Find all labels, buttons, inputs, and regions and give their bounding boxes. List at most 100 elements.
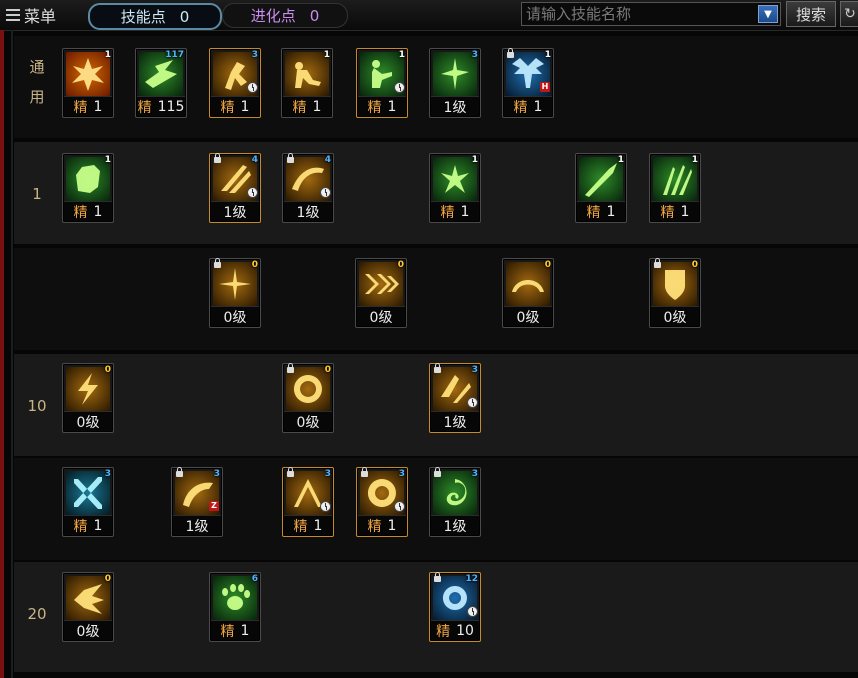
skill-level-value: 0级	[516, 309, 540, 326]
skill-search-input[interactable]	[526, 4, 754, 24]
skill-slot[interactable]: 6 精1	[209, 572, 261, 642]
skill-slot[interactable]: 1精1	[356, 48, 408, 118]
skill-slot[interactable]: 3 精1	[282, 467, 334, 537]
skill-slot[interactable]: 1精1	[649, 153, 701, 223]
skill-level-value: 1	[93, 98, 103, 115]
skill-max-level-tag: 0	[397, 260, 404, 270]
star-burst-icon	[213, 262, 257, 306]
skill-level-bar: 0级	[64, 620, 112, 640]
skill-slot[interactable]: 3 精1	[209, 48, 261, 118]
mastery-label: 精	[220, 99, 235, 116]
skill-points-label: 技能点	[120, 8, 166, 26]
skill-level-value: 0级	[76, 414, 100, 431]
clock-icon	[394, 501, 405, 512]
skill-max-level-tag: 1	[323, 50, 330, 60]
skill-max-level-tag: 4	[324, 155, 331, 165]
lightning-icon	[66, 367, 110, 411]
skill-slot[interactable]: 1 精1	[281, 48, 333, 118]
skill-level-bar: 精1	[651, 201, 699, 221]
skill-points-value: 0	[179, 7, 190, 26]
skill-max-level-tag: 0	[324, 365, 331, 375]
lock-icon	[214, 153, 221, 163]
skill-level-bar: 精1	[358, 96, 406, 116]
evolution-points-label: 进化点	[250, 7, 296, 25]
skill-max-level-tag: 4	[251, 155, 258, 165]
skill-max-level-tag: 0	[251, 260, 258, 270]
skill-slot[interactable]: 3 1级	[429, 48, 481, 118]
skill-slot[interactable]: 3 精1	[62, 467, 114, 537]
refresh-icon[interactable]: ↻	[840, 1, 858, 27]
mastery-label: 精	[293, 518, 308, 535]
menu-button[interactable]: 菜单	[6, 3, 56, 27]
skill-max-level-tag: 0	[104, 574, 111, 584]
crouch-icon	[285, 52, 329, 96]
skill-slot[interactable]: 3 1级	[429, 467, 481, 537]
skill-level-value: 1	[680, 203, 690, 220]
skill-level-bar: 1级	[173, 515, 221, 535]
search-button[interactable]: 搜索	[786, 1, 836, 27]
skill-slot[interactable]: 1精1	[429, 153, 481, 223]
skill-level-bar: 精1	[283, 96, 331, 116]
skill-slot[interactable]: 3 精1	[356, 467, 408, 537]
lock-icon	[654, 258, 661, 268]
top-toolbar: 菜单 技能点 0 进化点 0 ▼ 搜索 ↻	[0, 0, 858, 31]
skill-slot[interactable]: 1 精1	[62, 153, 114, 223]
skill-level-value: 1级	[185, 518, 209, 535]
lock-icon	[434, 572, 441, 582]
left-divider	[11, 30, 13, 678]
skill-slot[interactable]: 4 1级	[209, 153, 261, 223]
mastery-label: 精	[660, 204, 675, 221]
skill-level-bar: 精1	[358, 515, 406, 535]
skill-slot[interactable]: 0 0级	[209, 258, 261, 328]
skill-max-level-tag: 6	[251, 574, 258, 584]
skill-level-bar: 0级	[357, 306, 405, 326]
triple-blade-icon	[653, 157, 697, 201]
skill-level-value: 1级	[443, 414, 467, 431]
skill-level-bar: 0级	[284, 411, 332, 431]
skill-slot[interactable]: 0 0级	[355, 258, 407, 328]
lock-icon	[214, 258, 221, 268]
cross-shield-icon	[653, 262, 697, 306]
skill-level-bar: 1级	[284, 201, 332, 221]
clock-icon	[394, 82, 405, 93]
skill-max-level-tag: 1	[104, 50, 111, 60]
row-level-label: 10	[27, 397, 47, 415]
skill-slot[interactable]: 1精1	[62, 48, 114, 118]
skill-slot[interactable]: 3 Z 1级	[171, 467, 223, 537]
vortex-icon	[433, 471, 477, 515]
evolution-points-value: 0	[309, 6, 320, 25]
skill-slot[interactable]: 0 0级	[62, 363, 114, 433]
skill-slot[interactable]: 0 0级	[282, 363, 334, 433]
hotkey-badge: H	[540, 82, 550, 92]
clock-icon	[247, 82, 258, 93]
clock-icon	[467, 606, 478, 617]
skill-slot[interactable]: 12 精 10	[429, 572, 481, 642]
skill-slot[interactable]: 0 0级	[649, 258, 701, 328]
clock-icon	[467, 397, 478, 408]
skill-level-bar: 精1	[64, 201, 112, 221]
row-level-label: 通 用	[29, 58, 45, 106]
mastery-label: 精	[440, 204, 455, 221]
dropdown-arrow-icon[interactable]: ▼	[758, 5, 778, 23]
skill-slot[interactable]: 0 0级	[502, 258, 554, 328]
skill-level-bar: 0级	[211, 306, 259, 326]
skill-slot[interactable]: 1H精1	[502, 48, 554, 118]
skill-level-value: 1级	[443, 99, 467, 116]
skill-level-bar: 0级	[504, 306, 552, 326]
skill-max-level-tag: 1	[691, 155, 698, 165]
spin-circle-icon	[286, 367, 330, 411]
lock-icon	[287, 467, 294, 477]
mastery-label: 精	[292, 99, 307, 116]
skill-max-level-tag: 3	[398, 469, 405, 479]
hotkey-badge: Z	[209, 501, 219, 511]
skill-slot[interactable]: 4 1级	[282, 153, 334, 223]
skill-slot[interactable]: 1精1	[575, 153, 627, 223]
skill-max-level-tag: 3	[471, 50, 478, 60]
skill-max-level-tag: 3	[471, 365, 478, 375]
skill-slot[interactable]: 117 精 115	[135, 48, 187, 118]
skill-max-level-tag: 3	[104, 469, 111, 479]
skill-slot[interactable]: 0 0级	[62, 572, 114, 642]
skill-level-bar: 1级	[431, 411, 479, 431]
skill-max-level-tag: 1	[104, 155, 111, 165]
skill-slot[interactable]: 3 1级	[429, 363, 481, 433]
